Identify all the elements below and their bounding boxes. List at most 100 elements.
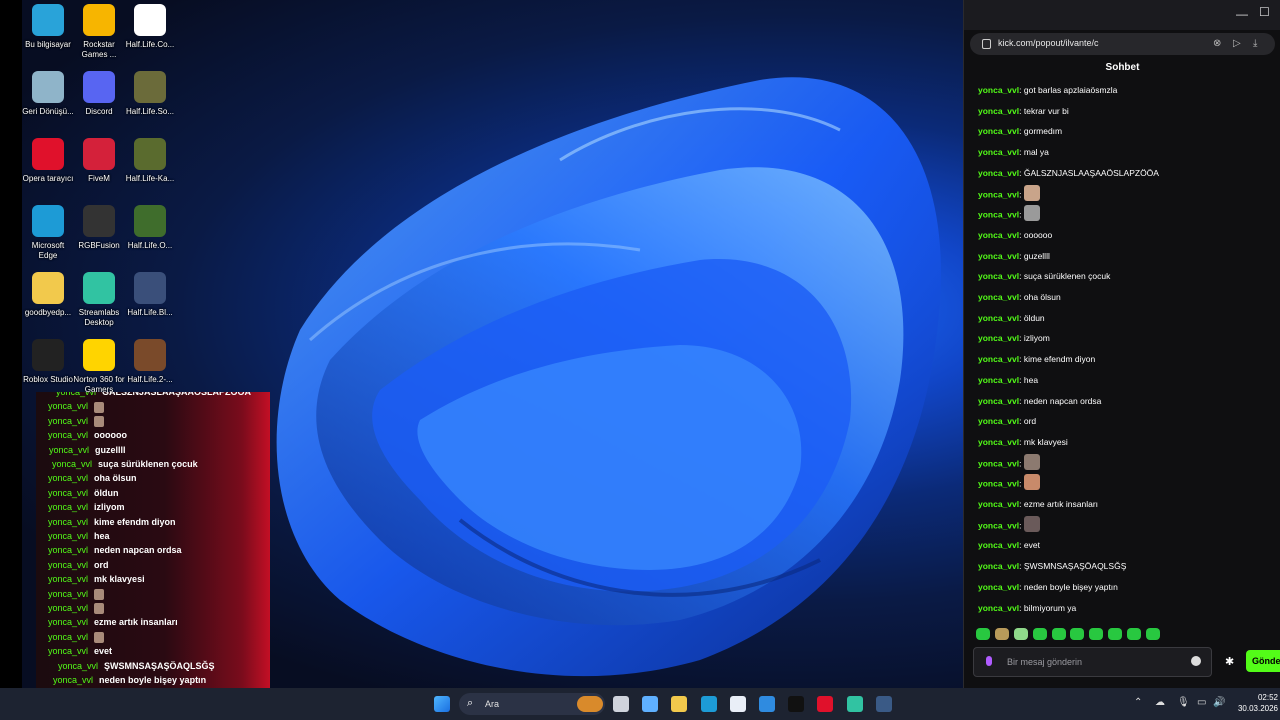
chat-message[interactable]: yonca_vvl: öldun <box>978 313 1045 323</box>
play-icon[interactable]: ▷ <box>1233 38 1241 49</box>
steam-icon[interactable] <box>876 696 892 712</box>
chat-username[interactable]: yonca_vvl <box>978 251 1019 261</box>
chat-username[interactable]: yonca_vvl <box>978 582 1019 592</box>
desktop-icon[interactable]: Half.Life.O... <box>124 205 176 251</box>
emote-bar[interactable] <box>976 627 1165 641</box>
chat-message[interactable]: yonca_vvl: ord <box>978 416 1036 426</box>
desktop-icon[interactable]: Bu bilgisayar <box>22 4 74 50</box>
emote-icon[interactable] <box>1032 628 1047 640</box>
chat-username[interactable]: yonca_vvl <box>978 396 1019 406</box>
chat-username[interactable]: yonca_vvl <box>978 499 1019 509</box>
chat-username[interactable]: yonca_vvl <box>978 230 1019 240</box>
minimize-button[interactable]: — <box>1236 8 1248 20</box>
chat-message[interactable]: yonca_vvl: <box>978 515 1040 532</box>
chat-message[interactable]: yonca_vvl: suça sürüklenen çocuk <box>978 271 1110 281</box>
chat-message[interactable]: yonca_vvl: neden napcan ordsa <box>978 396 1101 406</box>
chat-username[interactable]: yonca_vvl <box>978 168 1019 178</box>
desktop-icon[interactable]: Discord <box>73 71 125 117</box>
desktop-icon[interactable]: Half.Life.Bl... <box>124 272 176 318</box>
chat-message[interactable]: yonca_vvl: <box>978 453 1040 470</box>
edge-icon[interactable] <box>701 696 717 712</box>
chat-username[interactable]: yonca_vvl <box>978 126 1019 136</box>
chat-message[interactable]: yonca_vvl: <box>978 205 1040 222</box>
chat-message[interactable]: yonca_vvl: hea <box>978 375 1038 385</box>
chevron-up-icon[interactable]: ⌃ <box>1134 697 1142 708</box>
mail-icon[interactable] <box>759 696 775 712</box>
chat-message[interactable]: yonca_vvl: got barlas apzlaiaösmzla <box>978 85 1117 95</box>
chat-username[interactable]: yonca_vvl <box>978 354 1019 364</box>
chat-message[interactable]: yonca_vvl: bilmiyorum ya <box>978 603 1076 613</box>
desktop-icon[interactable]: Half.Life.So... <box>124 71 176 117</box>
desktop-icon[interactable]: Microsoft Edge <box>22 205 74 261</box>
store-icon[interactable] <box>730 696 746 712</box>
chat-username[interactable]: yonca_vvl <box>978 458 1019 468</box>
send-button[interactable]: Gönder <box>1246 650 1280 672</box>
desktop-icon[interactable]: Rockstar Games ... <box>73 4 125 60</box>
chat-username[interactable]: yonca_vvl <box>978 313 1019 323</box>
emote-icon[interactable] <box>1127 628 1142 640</box>
chat-username[interactable]: yonca_vvl <box>978 540 1019 550</box>
desktop-icon[interactable]: RGBFusion <box>73 205 125 251</box>
chat-username[interactable]: yonca_vvl <box>978 106 1019 116</box>
chat-message[interactable]: yonca_vvl: tekrar vur bi <box>978 106 1069 116</box>
chat-username[interactable]: yonca_vvl <box>978 375 1019 385</box>
desktop-icon[interactable]: Half.Life.2-... <box>124 339 176 385</box>
emote-icon[interactable] <box>994 628 1009 640</box>
chat-username[interactable]: yonca_vvl <box>978 437 1019 447</box>
chat-username[interactable]: yonca_vvl <box>978 603 1019 613</box>
chat-username[interactable]: yonca_vvl <box>978 479 1019 489</box>
microphone-icon[interactable] <box>986 656 992 666</box>
close-circle-icon[interactable]: ⊗ <box>1213 38 1221 49</box>
emote-icon[interactable] <box>976 628 990 640</box>
chat-username[interactable]: yonca_vvl <box>978 292 1019 302</box>
chat-username[interactable]: yonca_vvl <box>978 416 1019 426</box>
emote-icon[interactable] <box>1108 628 1123 640</box>
chat-message[interactable]: yonca_vvl: kime efendm diyon <box>978 354 1095 364</box>
windows-start-icon[interactable] <box>434 696 450 712</box>
desktop-icon[interactable]: Norton 360 for Gamers <box>73 339 125 395</box>
chat-settings-gear-icon[interactable]: ✱ <box>1225 655 1234 668</box>
emote-icon[interactable] <box>1089 628 1104 640</box>
task-view-icon[interactable] <box>613 696 629 712</box>
chat-username[interactable]: yonca_vvl <box>978 209 1019 219</box>
chat-message[interactable]: yonca_vvl: guzellll <box>978 251 1050 261</box>
chat-message[interactable]: yonca_vvl: <box>978 474 1040 491</box>
desktop-icon[interactable]: Opera tarayıcı <box>22 138 74 184</box>
chat-username[interactable]: yonca_vvl <box>978 189 1019 199</box>
emote-icon[interactable] <box>1146 628 1161 640</box>
chat-message[interactable]: yonca_vvl: mk klavyesi <box>978 437 1068 447</box>
file-explorer-icon[interactable] <box>671 696 687 712</box>
desktop-icon[interactable]: Roblox Studio <box>22 339 74 385</box>
emote-icon[interactable] <box>1070 628 1085 640</box>
burger-icon[interactable] <box>577 696 603 712</box>
chat-message[interactable]: yonca_vvl: ŞWSMNSAŞAŞÖAQLSĞŞ <box>978 561 1126 571</box>
chat-message-input[interactable]: Bir mesaj gönderin <box>973 647 1212 677</box>
chat-message[interactable]: yonca_vvl: ĞALSZNJASLAAŞAAÖSLAPZÖÖA <box>978 168 1159 178</box>
chat-username[interactable]: yonca_vvl <box>978 147 1019 157</box>
chat-message[interactable]: yonca_vvl: izliyom <box>978 333 1050 343</box>
chat-message[interactable]: yonca_vvl: evet <box>978 540 1040 550</box>
system-clock[interactable]: 02:52 30.03.2026 <box>1228 692 1278 714</box>
chat-username[interactable]: yonca_vvl <box>978 520 1019 530</box>
desktop-icon[interactable]: Geri Dönüşü... <box>22 71 74 117</box>
streamlabs-icon[interactable] <box>847 696 863 712</box>
display-icon[interactable]: ▭ <box>1197 697 1206 708</box>
chat-username[interactable]: yonca_vvl <box>978 85 1019 95</box>
emoji-picker-icon[interactable] <box>1191 656 1201 666</box>
chat-message[interactable]: yonca_vvl: neden boyle bişey yaptın <box>978 582 1118 592</box>
widgets-icon[interactable] <box>642 696 658 712</box>
volume-icon[interactable]: 🔊 <box>1213 697 1225 708</box>
chat-message[interactable]: yonca_vvl: oooooo <box>978 230 1052 240</box>
microphone-tray-icon[interactable]: 🎙 <box>1177 697 1190 708</box>
emote-icon[interactable] <box>1051 628 1066 640</box>
opera-icon[interactable] <box>817 696 833 712</box>
network-status-icon[interactable]: ☁ <box>1155 697 1165 708</box>
chat-username[interactable]: yonca_vvl <box>978 561 1019 571</box>
desktop-icon[interactable]: Half.Life-Ka... <box>124 138 176 184</box>
desktop-icon[interactable]: Half.Life.Co... <box>124 4 176 50</box>
chat-username[interactable]: yonca_vvl <box>978 333 1019 343</box>
chat-message[interactable]: yonca_vvl: <box>978 184 1040 201</box>
download-icon[interactable]: ⤓ <box>1253 38 1257 49</box>
address-bar[interactable]: kick.com/popout/ilvante/c ⊗ ▷ ⤓ <box>970 33 1275 55</box>
desktop-icon[interactable]: Streamlabs Desktop <box>73 272 125 328</box>
